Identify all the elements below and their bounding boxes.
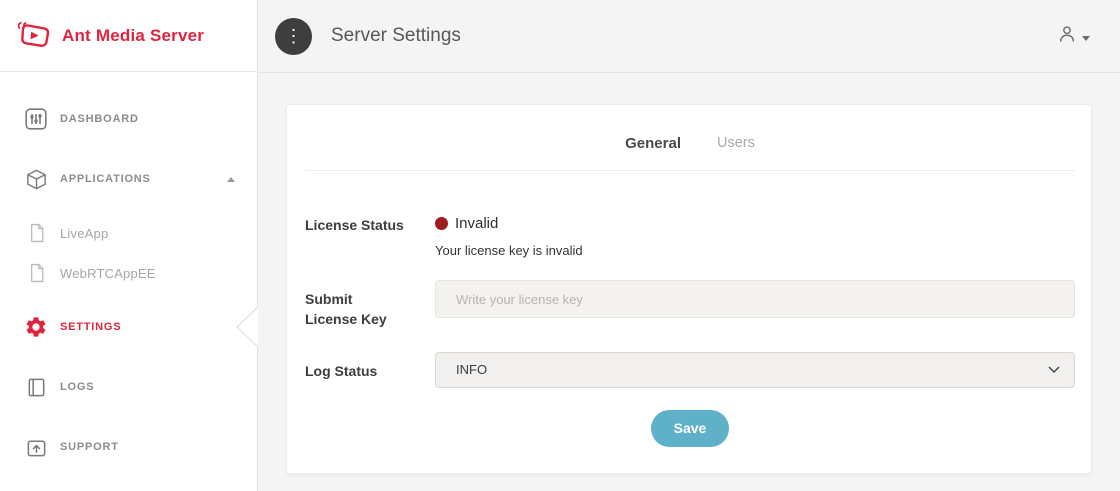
logs-icon <box>24 377 48 398</box>
person-icon <box>1057 24 1077 49</box>
chevron-down-icon <box>1082 36 1090 41</box>
log-status-label: Log Status <box>305 352 435 388</box>
ant-media-logo-icon <box>16 20 52 52</box>
log-status-value: INFO <box>456 362 1048 377</box>
dashboard-icon <box>24 108 48 130</box>
chevron-down-icon <box>1048 366 1060 373</box>
brand[interactable]: Ant Media Server <box>0 0 257 72</box>
sidebar-item-label: SETTINGS <box>60 321 239 333</box>
license-status-label: License Status <box>305 215 435 258</box>
support-icon <box>24 437 48 458</box>
license-key-label: Submit License Key <box>305 280 435 330</box>
sidebar-item-support[interactable]: SUPPORT <box>0 425 257 469</box>
log-status-row: Log Status INFO <box>305 352 1075 388</box>
license-status-text: Invalid <box>455 215 498 232</box>
chevron-up-icon[interactable] <box>227 177 235 182</box>
sidebar-item-label: WebRTCAppEE <box>60 266 239 281</box>
license-status-value: Invalid <box>435 215 1075 232</box>
brand-name: Ant Media Server <box>62 26 204 46</box>
sidebar-item-webrtcappee[interactable]: WebRTCAppEE <box>0 253 257 293</box>
kebab-menu-button[interactable]: ⋮ <box>275 18 312 55</box>
save-button[interactable]: Save <box>651 410 730 447</box>
license-key-row: Submit License Key <box>305 280 1075 330</box>
settings-card: General Users License Status Invalid You… <box>286 104 1092 474</box>
gear-icon <box>24 314 48 340</box>
tabs: General Users <box>305 129 1075 171</box>
main-area: ⋮ Server Settings General Users <box>258 0 1120 491</box>
sidebar-item-settings[interactable]: SETTINGS <box>0 305 257 349</box>
tab-users[interactable]: Users <box>717 135 755 152</box>
content-area: General Users License Status Invalid You… <box>258 73 1120 491</box>
status-dot-icon <box>435 217 448 230</box>
sidebar-item-dashboard[interactable]: DASHBOARD <box>0 97 257 141</box>
top-bar: ⋮ Server Settings <box>258 0 1120 73</box>
log-status-field: INFO <box>435 352 1075 388</box>
file-icon <box>28 263 46 283</box>
sidebar-item-label: APPLICATIONS <box>60 173 215 185</box>
license-key-field <box>435 280 1075 330</box>
app-root: Ant Media Server DASHBOARD <box>0 0 1120 491</box>
license-key-input[interactable] <box>435 280 1075 318</box>
applications-icon <box>24 168 48 191</box>
sidebar-nav: DASHBOARD APPLICATIONS <box>0 72 257 469</box>
sidebar-item-liveapp[interactable]: LiveApp <box>0 213 257 253</box>
tab-general[interactable]: General <box>625 135 681 152</box>
license-status-field: Invalid Your license key is invalid <box>435 215 1075 258</box>
sidebar-item-label: LOGS <box>60 381 239 393</box>
file-icon <box>28 223 46 243</box>
kebab-menu-icon: ⋮ <box>285 27 303 45</box>
sidebar: Ant Media Server DASHBOARD <box>0 0 258 491</box>
log-status-select[interactable]: INFO <box>435 352 1075 388</box>
user-menu[interactable] <box>1057 24 1090 49</box>
license-status-detail: Your license key is invalid <box>435 243 1075 258</box>
page-title: Server Settings <box>331 25 1057 47</box>
sidebar-item-label: LiveApp <box>60 226 239 241</box>
settings-form: License Status Invalid Your license key … <box>305 171 1075 447</box>
sidebar-item-label: SUPPORT <box>60 441 239 453</box>
sidebar-item-applications[interactable]: APPLICATIONS <box>0 157 257 201</box>
license-status-row: License Status Invalid Your license key … <box>305 215 1075 258</box>
sidebar-item-label: DASHBOARD <box>60 113 239 125</box>
sidebar-item-logs[interactable]: LOGS <box>0 365 257 409</box>
